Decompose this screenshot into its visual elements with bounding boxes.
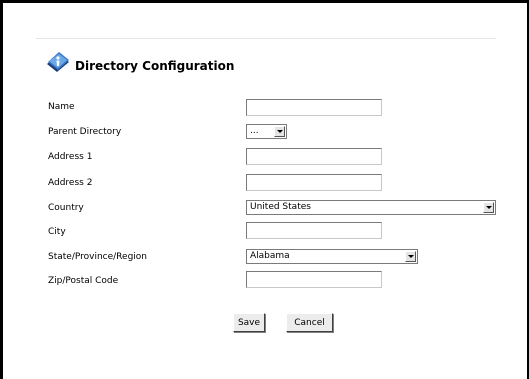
- city-label: City: [48, 227, 66, 237]
- city-field[interactable]: [246, 222, 382, 239]
- address1-label: Address 1: [48, 152, 93, 162]
- chevron-down-icon[interactable]: [483, 202, 494, 213]
- state-select[interactable]: Alabama: [246, 249, 418, 264]
- chevron-down-icon[interactable]: [274, 126, 285, 137]
- parent-directory-label: Parent Directory: [48, 127, 122, 137]
- divider: [36, 38, 496, 39]
- country-value: United States: [250, 202, 311, 212]
- zip-field[interactable]: [246, 271, 382, 288]
- name-label: Name: [48, 102, 75, 112]
- page-title: Directory Configuration: [75, 59, 235, 73]
- save-button[interactable]: Save: [233, 313, 265, 332]
- address2-field[interactable]: [246, 174, 382, 191]
- country-select[interactable]: United States: [246, 200, 496, 215]
- cancel-button[interactable]: Cancel: [286, 313, 333, 332]
- state-value: Alabama: [250, 251, 290, 261]
- chevron-down-icon[interactable]: [405, 251, 416, 262]
- address2-label: Address 2: [48, 178, 93, 188]
- name-field[interactable]: [246, 99, 382, 116]
- page-header: Directory Configuration: [45, 50, 234, 76]
- info-book-icon: [45, 50, 71, 76]
- zip-label: Zip/Postal Code: [48, 276, 119, 286]
- address1-field[interactable]: [246, 148, 382, 165]
- state-label: State/Province/Region: [48, 252, 147, 262]
- parent-directory-select[interactable]: ...: [246, 124, 287, 139]
- parent-directory-value: ...: [250, 126, 259, 136]
- country-label: Country: [48, 203, 84, 213]
